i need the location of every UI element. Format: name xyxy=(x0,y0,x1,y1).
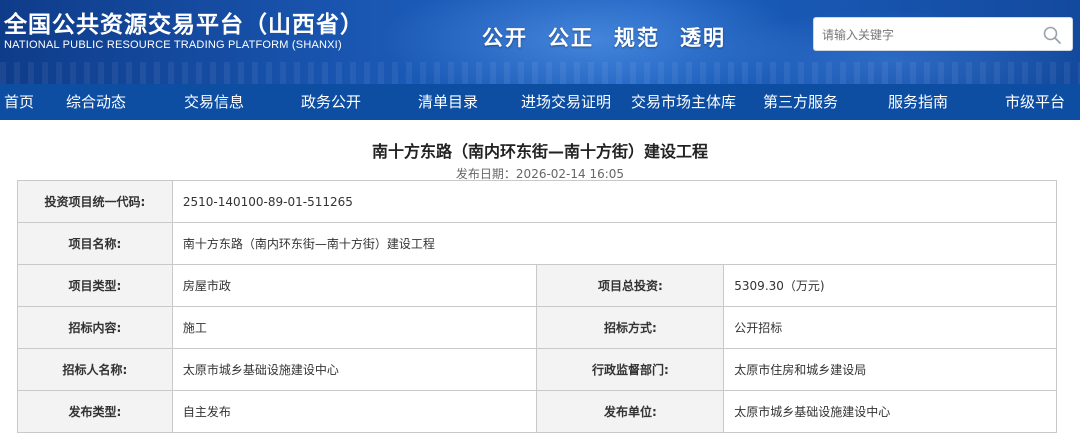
article-title: 南十方东路（南内环东街—南十方街）建设工程 xyxy=(371,142,708,161)
bid-content-value: 施工 xyxy=(171,306,538,349)
slogan-item: 公正 xyxy=(548,25,594,50)
nav-item-catalog[interactable]: 清单目录 xyxy=(418,84,478,120)
nav-item-service-guide[interactable]: 服务指南 xyxy=(888,84,948,120)
publisher-label: 发布单位: xyxy=(536,390,725,433)
publisher-value: 太原市城乡基础设施建设中心 xyxy=(723,390,1057,433)
table-row: 项目名称: 南十方东路（南内环东街—南十方街）建设工程 xyxy=(17,222,1058,265)
code-label: 投资项目统一代码: xyxy=(17,180,173,223)
table-row: 招标人名称: 太原市城乡基础设施建设中心 行政监督部门: 太原市住房和城乡建设局 xyxy=(17,348,1057,391)
site-title[interactable]: 全国公共资源交易平台（山西省） xyxy=(4,5,364,39)
site-title-english: NATIONAL PUBLIC RESOURCE TRADING PLATFOR… xyxy=(4,39,342,51)
supervision-dept-label: 行政监督部门: xyxy=(536,348,725,391)
nav-item-trading-certificate[interactable]: 进场交易证明 xyxy=(521,84,611,120)
bid-method-label: 招标方式: xyxy=(536,306,725,349)
investment-value: 5309.30（万元) xyxy=(723,264,1057,307)
name-value: 南十方东路（南内环东街—南十方街）建设工程 xyxy=(171,222,1058,265)
type-label: 项目类型: xyxy=(17,264,173,307)
nav-item-government-affairs[interactable]: 政务公开 xyxy=(301,84,361,120)
publish-type-value: 自主发布 xyxy=(171,390,538,433)
code-value: 2510-140100-89-01-511265 xyxy=(171,180,1058,223)
search-input[interactable] xyxy=(822,24,1042,46)
investment-label: 项目总投资: xyxy=(536,264,725,307)
name-label: 项目名称: xyxy=(17,222,173,265)
table-row: 发布类型: 自主发布 发布单位: 太原市城乡基础设施建设中心 xyxy=(17,390,1057,433)
supervision-dept-value: 太原市住房和城乡建设局 xyxy=(723,348,1057,391)
bid-content-label: 招标内容: xyxy=(17,306,173,349)
tenderer-label: 招标人名称: xyxy=(17,348,173,391)
slogan-item: 公开 xyxy=(482,25,528,50)
nav-item-city-platform[interactable]: 市级平台 xyxy=(1005,84,1065,120)
nav-item-news[interactable]: 综合动态 xyxy=(66,84,126,120)
table-row: 投资项目统一代码: 2510-140100-89-01-511265 xyxy=(17,180,1058,223)
project-info-table: 投资项目统一代码: 2510-140100-89-01-511265 项目名称:… xyxy=(17,180,1058,433)
type-value: 房屋市政 xyxy=(171,264,538,307)
main-nav: 首页 综合动态 交易信息 政务公开 清单目录 进场交易证明 交易市场主体库 第三… xyxy=(0,84,1080,120)
table-row: 项目类型: 房屋市政 项目总投资: 5309.30（万元) xyxy=(17,264,1057,307)
slogan-item: 透明 xyxy=(680,25,726,50)
nav-item-trading-info[interactable]: 交易信息 xyxy=(184,84,244,120)
search-box xyxy=(813,17,1073,51)
search-icon[interactable] xyxy=(1042,25,1062,45)
slogan: 公开 公正 规范 透明 xyxy=(482,22,726,52)
header-skyline-decoration xyxy=(0,62,1080,84)
bid-method-value: 公开招标 xyxy=(723,306,1057,349)
article-content: 南十方东路（南内环东街—南十方街）建设工程 发布日期：2026-02-14 16… xyxy=(0,120,1080,436)
nav-item-home[interactable]: 首页 xyxy=(4,84,34,120)
publish-type-label: 发布类型: xyxy=(17,390,173,433)
slogan-item: 规范 xyxy=(614,25,660,50)
tenderer-value: 太原市城乡基础设施建设中心 xyxy=(171,348,538,391)
table-row: 招标内容: 施工 招标方式: 公开招标 xyxy=(17,306,1057,349)
site-header: 全国公共资源交易平台（山西省） NATIONAL PUBLIC RESOURCE… xyxy=(0,0,1080,84)
nav-item-market-entities[interactable]: 交易市场主体库 xyxy=(631,84,736,120)
nav-item-third-party[interactable]: 第三方服务 xyxy=(763,84,838,120)
